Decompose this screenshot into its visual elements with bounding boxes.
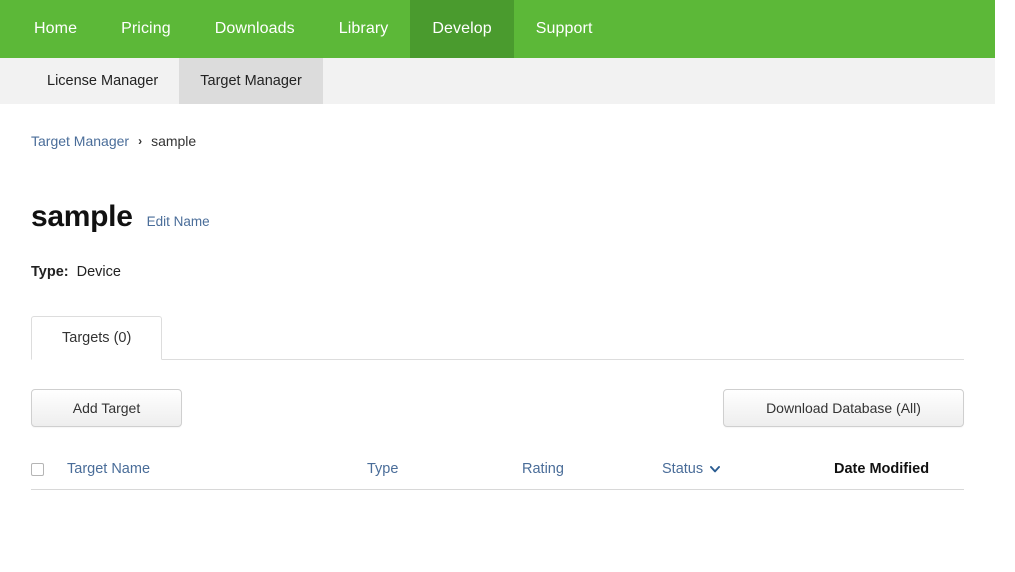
column-header-date-modified: Date Modified	[834, 461, 929, 477]
tab-label: Targets (0)	[62, 330, 132, 347]
column-header-rating[interactable]: Rating	[522, 461, 564, 477]
column-header-status[interactable]: Status	[662, 461, 721, 478]
subnav-item-target-manager[interactable]: Target Manager	[179, 58, 323, 104]
subnav-item-label: License Manager	[47, 73, 159, 89]
nav-item-library[interactable]: Library	[317, 0, 411, 58]
table-header-row: Target Name Type Rating Status Date Modi…	[31, 453, 964, 490]
targets-table-header: Target Name Type Rating Status Date Modi…	[31, 453, 964, 490]
breadcrumb-current: sample	[151, 133, 197, 149]
tab-targets[interactable]: Targets (0)	[31, 316, 163, 361]
nav-item-pricing[interactable]: Pricing	[99, 0, 193, 58]
subnav-item-label: Target Manager	[200, 73, 302, 89]
column-header-label: Date Modified	[834, 461, 930, 478]
column-rating: Rating	[522, 453, 662, 490]
right-gutter	[995, 0, 1015, 572]
select-all-checkbox[interactable]	[31, 462, 44, 476]
column-header-label: Status	[662, 461, 704, 478]
targets-table: Target Name Type Rating Status Date Modi…	[31, 453, 964, 490]
nav-item-downloads[interactable]: Downloads	[193, 0, 317, 58]
chevron-down-icon	[710, 464, 721, 473]
nav-item-home[interactable]: Home	[12, 0, 99, 58]
type-value: Device	[76, 264, 121, 281]
column-status: Status	[662, 453, 834, 490]
nav-item-label: Support	[535, 20, 593, 37]
column-header-label: Rating	[522, 461, 564, 478]
nav-item-label: Develop	[432, 20, 492, 37]
edit-name-link[interactable]: Edit Name	[147, 214, 210, 229]
column-select-all	[31, 453, 67, 490]
column-header-label: Type	[367, 461, 399, 478]
main-content: Target Manager › sample sample Edit Name…	[0, 104, 995, 490]
primary-navigation: Home Pricing Downloads Library Develop S…	[0, 0, 995, 58]
breadcrumb: Target Manager › sample	[31, 104, 964, 148]
column-type: Type	[367, 453, 522, 490]
nav-item-label: Home	[34, 20, 78, 37]
target-type-row: Type: Device	[31, 264, 964, 280]
column-header-target-name[interactable]: Target Name	[67, 461, 150, 477]
action-toolbar: Add Target Download Database (All)	[31, 389, 964, 428]
column-target-name: Target Name	[67, 453, 367, 490]
nav-item-support[interactable]: Support	[514, 0, 615, 58]
column-header-label: Target Name	[67, 461, 151, 478]
secondary-navigation: License Manager Target Manager	[0, 58, 995, 104]
column-date-modified: Date Modified	[834, 453, 964, 490]
nav-item-label: Pricing	[121, 20, 171, 37]
breadcrumb-separator-icon: ›	[138, 134, 143, 148]
add-target-button[interactable]: Add Target	[31, 389, 182, 428]
page-header: sample Edit Name	[31, 182, 964, 252]
column-header-type[interactable]: Type	[367, 461, 398, 477]
type-label: Type:	[31, 264, 69, 281]
page-title: sample	[31, 200, 133, 234]
page-root: Home Pricing Downloads Library Develop S…	[0, 0, 1015, 572]
nav-item-label: Downloads	[214, 20, 295, 37]
nav-item-label: Library	[338, 20, 389, 37]
download-database-button[interactable]: Download Database (All)	[723, 389, 964, 428]
breadcrumb-link-target-manager[interactable]: Target Manager	[31, 134, 129, 148]
tab-bar: Targets (0)	[31, 315, 964, 361]
nav-item-develop[interactable]: Develop	[410, 0, 514, 58]
subnav-item-license-manager[interactable]: License Manager	[26, 58, 179, 104]
